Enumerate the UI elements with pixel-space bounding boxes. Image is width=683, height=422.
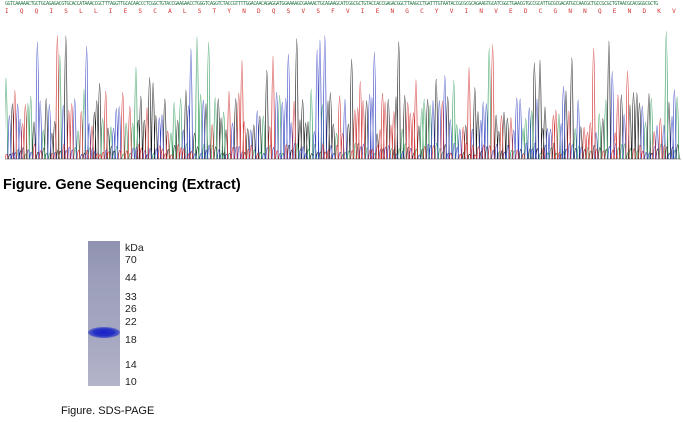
sequencing-caption: Figure. Gene Sequencing (Extract) [3,177,241,193]
dna-sequence-text: GGTCAAAAACTGCTGCAGAGACGTGCACCATAAACCGCTT… [5,1,658,7]
sds-page-caption: Figure. SDS-PAGE [61,405,155,417]
marker-label: 18 [125,334,137,346]
marker-label: 22 [125,316,137,328]
sds-page-gel-lane [88,241,120,386]
chromatogram-channel [5,35,667,160]
protein-band [88,327,120,338]
chromatogram-trace [5,31,681,160]
marker-label: 26 [125,303,137,315]
marker-label: 33 [125,291,137,303]
kda-unit-label: kDa [125,242,144,254]
marker-label: 44 [125,272,137,284]
sequencing-figure: GGTCAAAAACTGCTGCAGAGACGTGCACCATAAACCGCTT… [0,0,683,165]
marker-label: 14 [125,359,137,371]
marker-label: 10 [125,376,137,388]
amino-acid-sequence-text: I Q Q I S L L I E S C A L S T Y N D Q S … [5,8,681,15]
marker-label: 70 [125,254,137,266]
